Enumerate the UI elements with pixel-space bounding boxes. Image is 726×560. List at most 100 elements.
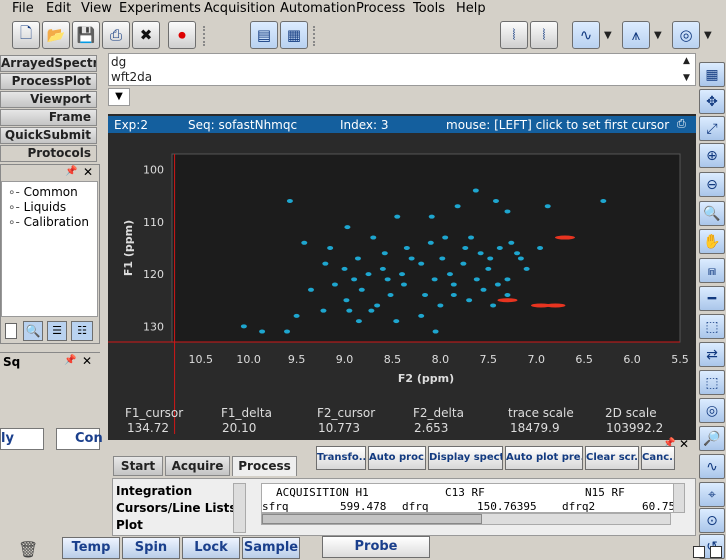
tree-item-common[interactable]: ∘- Common [8, 185, 78, 199]
new-file-icon[interactable]: 🗋 [12, 21, 40, 49]
print-icon[interactable]: ⎙ [102, 21, 130, 49]
param-hscrollbar[interactable] [261, 513, 671, 525]
list-scrollbar[interactable] [233, 483, 246, 533]
layout-single-icon[interactable]: ▤ [250, 21, 278, 49]
zoom-out-icon[interactable]: ⊖ [699, 172, 725, 197]
zoom-icon[interactable]: 🔍 [699, 201, 725, 226]
spectrum-view-icon[interactable]: ⦚ [500, 21, 528, 49]
menu-edit[interactable]: Edit [46, 1, 71, 16]
menu-tools[interactable]: Tools [413, 1, 445, 16]
pan-hand-icon[interactable]: ✋ [699, 229, 725, 254]
chevron-down-icon[interactable]: ▼ [604, 30, 612, 41]
open-folder-icon[interactable]: 📂 [42, 21, 70, 49]
probe-button[interactable]: Probe [322, 536, 430, 558]
menu-automation[interactable]: Automation [280, 1, 356, 16]
contour-peak [341, 266, 348, 271]
refresh-icon[interactable]: ⇄ [699, 342, 725, 367]
tab-arrayed-spectra[interactable]: ArrayedSpectra [0, 55, 97, 72]
save-icon[interactable]: 💾 [72, 21, 100, 49]
contour-peak [508, 240, 515, 245]
auto-process-button[interactable]: Auto proc... [368, 446, 426, 470]
zoom-region-icon[interactable]: 🔎 [699, 426, 725, 451]
tree-item-liquids[interactable]: ∘- Liquids [8, 200, 66, 214]
list-item[interactable]: Integration [116, 484, 192, 498]
menu-experiments[interactable]: Experiments [119, 1, 201, 16]
transform-button[interactable]: Transfo... [316, 446, 366, 470]
tab-start[interactable]: Start [113, 456, 163, 476]
select-box-icon[interactable]: ⬚ [699, 370, 725, 395]
x-tick-label: 5.5 [671, 353, 689, 366]
peak-icon[interactable]: ⩚ [622, 21, 650, 49]
trash-icon[interactable]: 🗑 [18, 540, 38, 559]
spin-button[interactable]: Spin [122, 537, 180, 559]
menu-help[interactable]: Help [456, 1, 486, 16]
move-icon[interactable]: ✥ [699, 89, 725, 114]
exp-label: Exp:2 [114, 118, 148, 132]
x-tick-label: 8.0 [432, 353, 450, 366]
tab-process[interactable]: Process [232, 456, 297, 476]
stop-icon[interactable]: ⏺ [168, 21, 196, 49]
cancel-button[interactable]: Canc... [641, 446, 675, 470]
close-icon[interactable]: ✖ [132, 21, 160, 49]
contour-peak [384, 277, 391, 282]
crosshair-icon[interactable]: ⌖ [699, 482, 725, 507]
waveform-icon[interactable]: ∿ [699, 454, 725, 479]
sample-button[interactable]: Sample [242, 537, 300, 559]
settings-dial-icon[interactable]: ⊙ [699, 508, 725, 533]
close-icon[interactable]: ✕ [679, 437, 689, 451]
pin-icon[interactable]: 📌 [64, 355, 76, 366]
pin-icon[interactable]: 📌 [65, 166, 77, 177]
crop-icon[interactable]: ⬚ [699, 314, 725, 339]
checkbox[interactable] [5, 323, 17, 339]
list-icon[interactable]: ☷ [71, 321, 93, 341]
menu-acquisition[interactable]: Acquisition [204, 1, 275, 16]
list-item[interactable]: Cursors/Line Lists [116, 501, 237, 515]
tab-frame[interactable]: Frame [0, 109, 97, 126]
window-icon[interactable] [693, 546, 705, 558]
expand-icon[interactable]: ⤢ [699, 116, 725, 141]
x-tick-label: 7.0 [527, 353, 545, 366]
clear-screen-button[interactable]: Clear scr... [585, 446, 639, 470]
circle-target-icon[interactable]: ◎ [699, 398, 725, 423]
lock-button[interactable]: Lock [182, 537, 240, 559]
tab-process-plot[interactable]: ProcessPlot [0, 73, 97, 90]
menu-file[interactable]: File [12, 1, 34, 16]
scroll-down-icon[interactable]: ▼ [683, 73, 690, 83]
close-icon[interactable]: ✕ [82, 354, 92, 368]
target-icon[interactable]: ◎ [672, 21, 700, 49]
ruler-icon[interactable]: ━ [699, 286, 725, 311]
edit-list-icon[interactable]: ☰ [47, 321, 67, 341]
fid-view-icon[interactable]: ⦚ [530, 21, 558, 49]
chevron-down-icon[interactable]: ▼ [704, 30, 712, 41]
list-item[interactable]: Plot [116, 518, 143, 532]
close-icon[interactable]: ✕ [83, 165, 93, 179]
chevron-down-icon[interactable]: ▼ [654, 30, 662, 41]
display-spectrum-button[interactable]: Display spect... [428, 446, 503, 470]
window-icon[interactable] [710, 546, 722, 558]
tab-quicksubmit[interactable]: QuickSubmit [0, 127, 97, 144]
tab-viewport[interactable]: Viewport [0, 91, 97, 108]
command-output[interactable]: dg wft2da ▲ ▼ [108, 53, 696, 86]
scroll-thumb[interactable] [262, 514, 482, 524]
auto-plot-button[interactable]: Auto plot pre... [505, 446, 583, 470]
menu-view[interactable]: View [81, 1, 112, 16]
layout-split-icon[interactable]: ▦ [280, 21, 308, 49]
tree-item-calibration[interactable]: ∘- Calibration [8, 215, 89, 229]
zoom-in-icon[interactable]: ⊕ [699, 143, 725, 168]
command-history-dropdown[interactable]: ▼ [108, 88, 130, 106]
sq-button-left[interactable]: ly [0, 428, 44, 450]
sq-button-right[interactable]: Con [56, 428, 103, 450]
menu-process[interactable]: Process [356, 1, 405, 16]
phase-icon[interactable]: ⩎ [699, 258, 725, 283]
print-icon[interactable]: ⎙ [677, 117, 686, 131]
tab-acquire[interactable]: Acquire [165, 456, 230, 476]
contour-plot[interactable]: 10.5 10.0 9.5 9.0 8.5 8.0 7.5 7.0 6.5 6.0 5.5 100 1… [108, 134, 696, 440]
scroll-up-icon[interactable]: ▲ [683, 56, 690, 66]
tab-protocols[interactable]: Protocols [0, 145, 97, 162]
search-icon[interactable]: 🔍 [23, 321, 43, 341]
wave-icon[interactable]: ∿ [572, 21, 600, 49]
param-vscrollbar[interactable] [673, 483, 685, 513]
temp-button[interactable]: Temp [62, 537, 120, 559]
grid-icon[interactable]: ▦ [699, 62, 725, 87]
contour-peak [343, 298, 350, 303]
